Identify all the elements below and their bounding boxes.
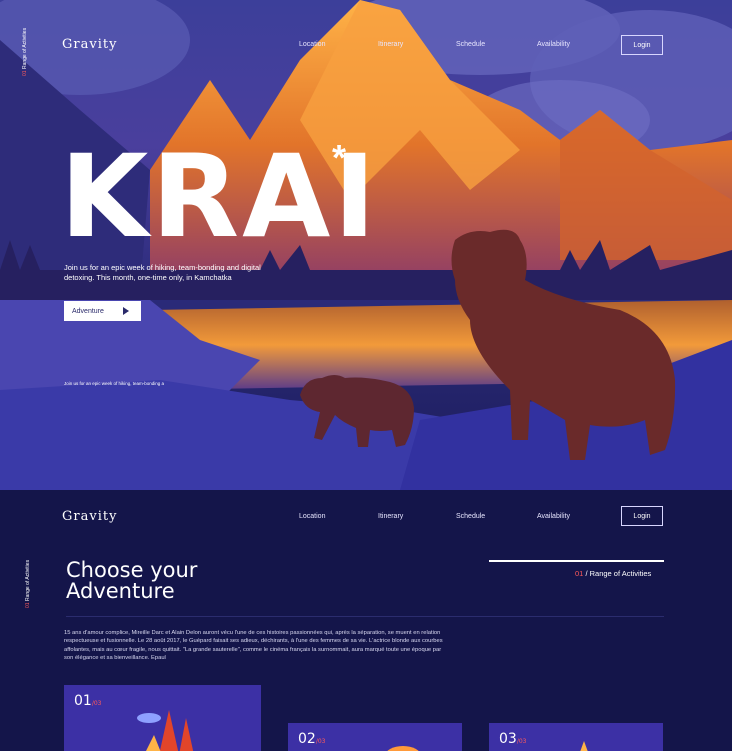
adventure-button[interactable]: Adventure: [64, 301, 141, 321]
section-login-button[interactable]: Login: [621, 506, 663, 526]
activities-section: Gravity Location Itinerary Schedule Avai…: [0, 490, 732, 751]
range-divider: [489, 560, 664, 562]
section-nav-location[interactable]: Location: [299, 513, 325, 520]
card-number: 02: [298, 731, 316, 747]
section-logo[interactable]: Gravity: [62, 509, 117, 524]
activity-card-3[interactable]: 03/03: [489, 723, 663, 751]
card-illustration: [387, 746, 419, 751]
side-label-text: Range of Activities: [22, 27, 28, 70]
nav-item-location[interactable]: Location: [299, 41, 325, 48]
card-number: 01: [74, 693, 92, 709]
play-icon: [123, 307, 129, 315]
hero-caption: Join us for an epic week of hiking, team…: [64, 381, 165, 386]
section-nav-availability[interactable]: Availability: [537, 513, 570, 520]
section-side-label: 01 Range of Activities: [25, 560, 31, 608]
side-label: 01 Range of Activities: [22, 28, 28, 76]
section-paragraph: 15 ans d'amour complice, Mireille Darc e…: [64, 630, 443, 662]
activity-card-1[interactable]: 01/03: [64, 685, 261, 751]
login-button[interactable]: Login: [621, 35, 663, 55]
card-number: 03: [499, 731, 517, 747]
top-nav: Gravity Location Itinerary Schedule Avai…: [0, 0, 732, 90]
section-title-line2: Adventure: [66, 579, 175, 604]
card-total: /03: [91, 700, 102, 707]
side-label-number: 01: [22, 70, 28, 76]
section-nav-itinerary[interactable]: Itinerary: [378, 513, 403, 520]
card-total: /03: [315, 738, 326, 745]
section-side-number: 01: [25, 602, 31, 608]
nav-item-itinerary[interactable]: Itinerary: [378, 41, 403, 48]
section-divider: [66, 616, 664, 617]
card-illustration: [137, 710, 194, 751]
bear-small: [300, 375, 414, 447]
section-side-text: Range of Activities: [25, 559, 31, 602]
hero-section: Gravity Location Itinerary Schedule Avai…: [0, 0, 732, 490]
logo[interactable]: Gravity: [62, 37, 117, 52]
nav-item-availability[interactable]: Availability: [537, 41, 570, 48]
card-total: /03: [516, 738, 527, 745]
hero-description: Join us for an epic week of hiking, team…: [64, 263, 261, 283]
section-title: Choose your Adventure: [66, 558, 198, 604]
hero-asterisk: *: [332, 137, 347, 178]
activity-card-2[interactable]: 02/03: [288, 723, 462, 751]
section-title-line1: Choose your: [66, 558, 198, 582]
adventure-button-label: Adventure: [72, 307, 104, 315]
range-text: / Range of Activities: [585, 569, 652, 578]
hero-title: KRAI: [60, 130, 379, 263]
section-nav-schedule[interactable]: Schedule: [456, 513, 485, 520]
range-label: 01 / Range of Activities: [575, 569, 651, 578]
card-illustration: [580, 741, 588, 751]
nav-item-schedule[interactable]: Schedule: [456, 41, 485, 48]
range-number: 01: [575, 569, 584, 578]
